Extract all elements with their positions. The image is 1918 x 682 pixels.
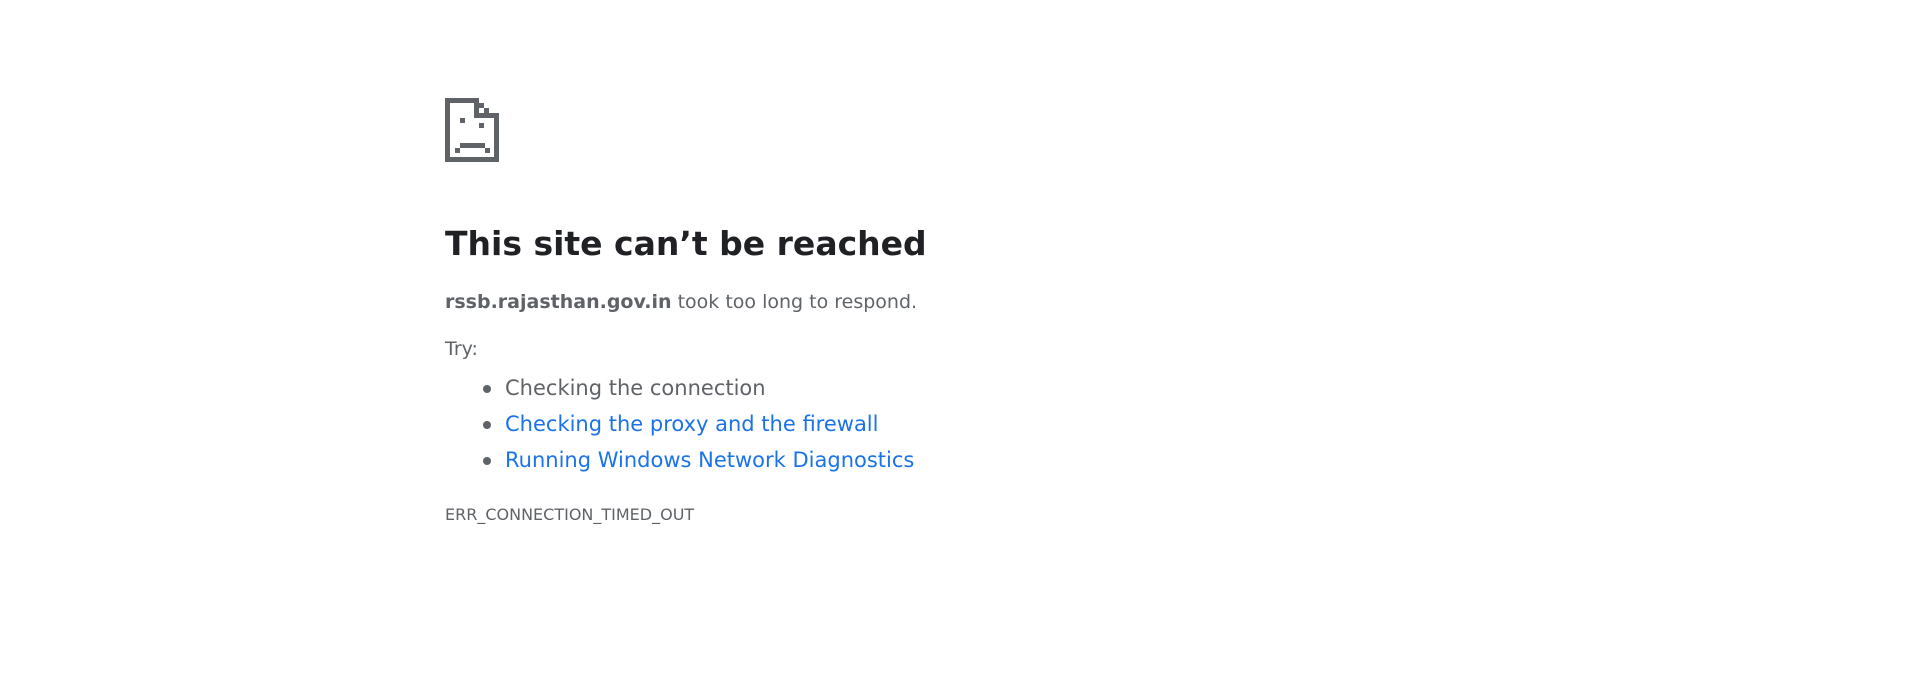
suggestion-check-connection: Checking the connection	[505, 376, 766, 400]
suggestion-link-proxy-firewall[interactable]: Checking the proxy and the firewall	[505, 412, 878, 436]
try-label: Try:	[445, 338, 478, 360]
error-content: This site can’t be reached rssb.rajastha…	[445, 98, 1445, 524]
suggestion-item: Running Windows Network Diagnostics	[445, 442, 914, 478]
page-title: This site can’t be reached	[445, 224, 927, 263]
suggestion-link-network-diagnostics[interactable]: Running Windows Network Diagnostics	[505, 448, 914, 472]
sad-page-icon	[445, 98, 499, 162]
suggestions-list: Checking the connection Checking the pro…	[445, 370, 914, 478]
summary-message: took too long to respond.	[671, 291, 918, 313]
host-name: rssb.rajasthan.gov.in	[445, 291, 672, 313]
error-page: This site can’t be reached rssb.rajastha…	[0, 0, 1918, 682]
error-summary: rssb.rajasthan.gov.in took too long to r…	[445, 291, 917, 313]
error-code: ERR_CONNECTION_TIMED_OUT	[445, 505, 695, 524]
suggestion-item: Checking the proxy and the firewall	[445, 406, 914, 442]
suggestion-item: Checking the connection	[445, 370, 914, 406]
